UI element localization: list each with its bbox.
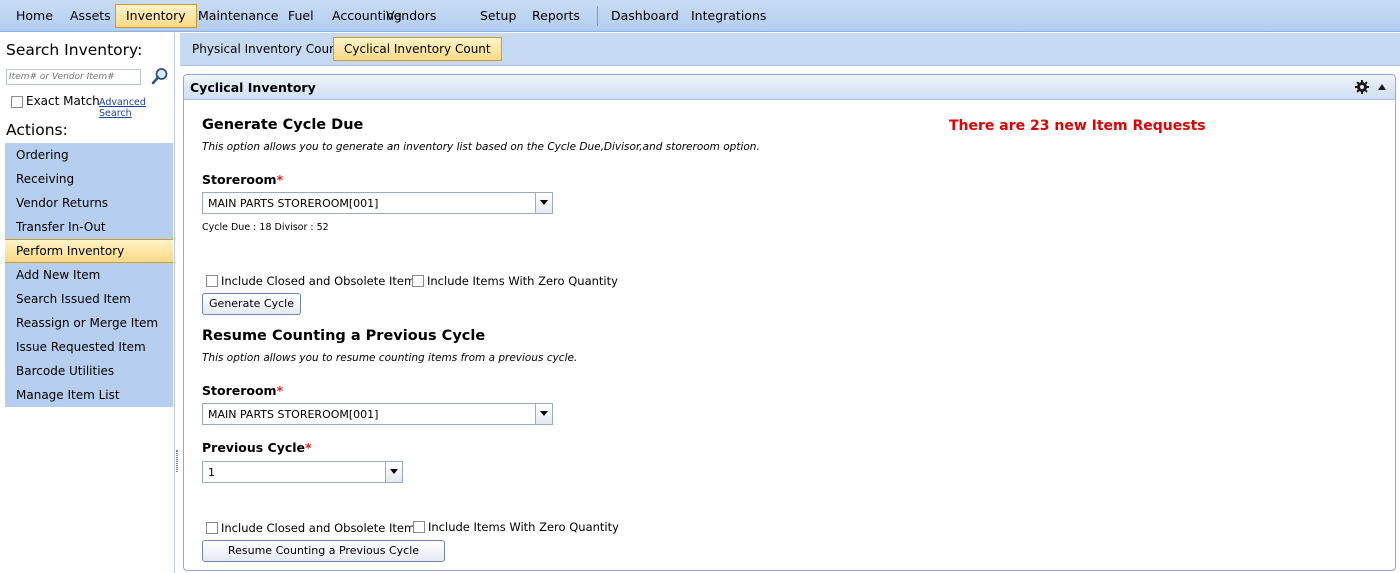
tab-cyclical-inventory-count[interactable]: Cyclical Inventory Count bbox=[333, 37, 502, 61]
search-input[interactable] bbox=[6, 69, 141, 85]
menu-maintenance[interactable]: Maintenance bbox=[188, 4, 289, 28]
menu-home[interactable]: Home bbox=[6, 4, 63, 28]
action-add-new-item[interactable]: Add New Item bbox=[5, 263, 173, 287]
search-icon[interactable] bbox=[151, 67, 169, 85]
generate-include-zero-checkbox[interactable] bbox=[412, 275, 424, 287]
tab-physical-inventory-count[interactable]: Physical Inventory Count bbox=[182, 37, 351, 61]
collapse-up-icon[interactable] bbox=[1378, 84, 1386, 90]
menu-dashboard[interactable]: Dashboard bbox=[601, 4, 689, 28]
advanced-search-link[interactable]: Advanced Search bbox=[99, 97, 174, 119]
action-transfer-in-out[interactable]: Transfer In-Out bbox=[5, 215, 173, 239]
gear-icon[interactable] bbox=[1355, 80, 1369, 94]
menu-fuel[interactable]: Fuel bbox=[278, 4, 324, 28]
resume-storeroom-label-text: Storeroom bbox=[202, 383, 277, 398]
generate-storeroom-label-text: Storeroom bbox=[202, 172, 277, 187]
action-vendor-returns[interactable]: Vendor Returns bbox=[5, 191, 173, 215]
action-barcode-utilities[interactable]: Barcode Utilities bbox=[5, 359, 173, 383]
item-requests-alert[interactable]: There are 23 new Item Requests bbox=[949, 118, 1206, 134]
resume-cycle-button[interactable]: Resume Counting a Previous Cycle bbox=[202, 540, 445, 562]
search-title: Search Inventory: bbox=[6, 41, 143, 59]
action-perform-inventory[interactable]: Perform Inventory bbox=[5, 239, 173, 263]
menu-setup[interactable]: Setup bbox=[470, 4, 526, 28]
cycle-due-divisor-info: Cycle Due : 18 Divisor : 52 bbox=[202, 222, 329, 233]
resume-storeroom-label: Storeroom* bbox=[202, 383, 283, 398]
required-marker: * bbox=[276, 383, 284, 398]
generate-storeroom-label: Storeroom* bbox=[202, 172, 283, 187]
resume-cycle-heading: Resume Counting a Previous Cycle bbox=[202, 328, 486, 344]
required-marker: * bbox=[276, 172, 284, 187]
menu-assets[interactable]: Assets bbox=[60, 4, 121, 28]
previous-cycle-label-text: Previous Cycle bbox=[202, 440, 306, 455]
resume-include-zero-label: Include Items With Zero Quantity bbox=[428, 520, 619, 534]
resume-include-closed-checkbox[interactable] bbox=[206, 522, 218, 534]
resume-include-closed-label: Include Closed and Obsolete Items bbox=[221, 521, 422, 535]
action-manage-item-list[interactable]: Manage Item List bbox=[5, 383, 173, 407]
resume-include-zero-checkbox[interactable] bbox=[413, 521, 425, 533]
generate-include-closed-checkbox[interactable] bbox=[206, 275, 218, 287]
generate-cycle-button[interactable]: Generate Cycle bbox=[202, 293, 301, 315]
previous-cycle-select[interactable]: 1 bbox=[202, 461, 403, 483]
cyclical-inventory-panel: Cyclical Inventory There are 23 new Item… bbox=[183, 74, 1396, 571]
action-ordering[interactable]: Ordering bbox=[5, 143, 173, 167]
generate-storeroom-select[interactable]: MAIN PARTS STOREROOM[001] bbox=[202, 192, 553, 214]
previous-cycle-value: 1 bbox=[208, 466, 215, 479]
action-receiving[interactable]: Receiving bbox=[5, 167, 173, 191]
menu-separator bbox=[597, 6, 598, 26]
dropdown-arrow-icon[interactable] bbox=[535, 404, 552, 424]
required-marker: * bbox=[305, 440, 312, 455]
action-reassign-merge-item[interactable]: Reassign or Merge Item bbox=[5, 311, 173, 335]
previous-cycle-label: Previous Cycle* bbox=[202, 440, 312, 455]
menu-reports[interactable]: Reports bbox=[522, 4, 590, 28]
actions-title: Actions: bbox=[6, 121, 68, 139]
panel-header: Cyclical Inventory bbox=[184, 75, 1395, 100]
exact-match-label: Exact Match bbox=[26, 94, 100, 108]
resume-cycle-description: This option allows you to resume countin… bbox=[202, 352, 578, 364]
resume-storeroom-value: MAIN PARTS STOREROOM[001] bbox=[208, 408, 379, 421]
resume-storeroom-select[interactable]: MAIN PARTS STOREROOM[001] bbox=[202, 403, 553, 425]
generate-cycle-heading: Generate Cycle Due bbox=[202, 117, 364, 133]
generate-cycle-description: This option allows you to generate an in… bbox=[202, 141, 760, 153]
menu-integrations[interactable]: Integrations bbox=[681, 4, 776, 28]
dropdown-arrow-icon[interactable] bbox=[385, 462, 402, 482]
exact-match-checkbox[interactable] bbox=[11, 96, 23, 108]
menu-inventory[interactable]: Inventory bbox=[115, 4, 197, 28]
sidebar: Search Inventory: Exact Match Advanced S… bbox=[0, 33, 175, 573]
menu-vendors[interactable]: Vendors bbox=[376, 4, 446, 28]
generate-storeroom-value: MAIN PARTS STOREROOM[001] bbox=[208, 197, 379, 210]
panel-title: Cyclical Inventory bbox=[190, 80, 316, 95]
generate-include-closed-label: Include Closed and Obsolete Items bbox=[221, 274, 422, 288]
generate-include-zero-label: Include Items With Zero Quantity bbox=[427, 274, 618, 288]
action-issue-requested-item[interactable]: Issue Requested Item bbox=[5, 335, 173, 359]
action-search-issued-item[interactable]: Search Issued Item bbox=[5, 287, 173, 311]
dropdown-arrow-icon[interactable] bbox=[535, 193, 552, 213]
sidebar-splitter-handle[interactable] bbox=[176, 450, 178, 472]
main-menu-bar: Home Assets Inventory Maintenance Fuel A… bbox=[0, 0, 1400, 32]
actions-list: Ordering Receiving Vendor Returns Transf… bbox=[5, 143, 173, 407]
sub-tab-bar: Physical Inventory Count Cyclical Invent… bbox=[180, 33, 1400, 66]
